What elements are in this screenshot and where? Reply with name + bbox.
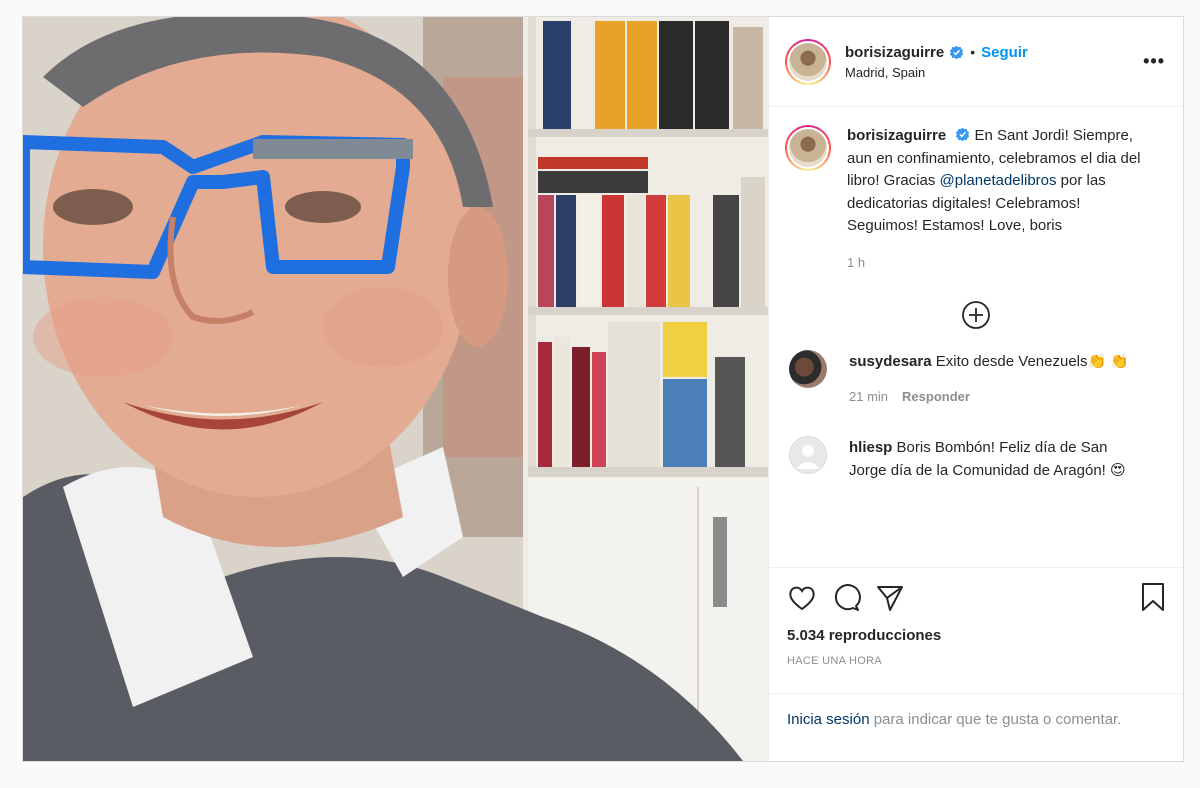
- instagram-post: borisizaguirre • Seguir Madrid, Spain ••…: [22, 16, 1184, 762]
- post-location[interactable]: Madrid, Spain: [845, 65, 1028, 80]
- author-username[interactable]: borisizaguirre: [845, 44, 944, 61]
- commenter-avatar[interactable]: [789, 436, 827, 474]
- post-sidebar: borisizaguirre • Seguir Madrid, Spain ••…: [768, 17, 1183, 761]
- heart-icon[interactable]: [787, 583, 817, 613]
- comment-username[interactable]: hliesp: [849, 439, 892, 456]
- post-timestamp: HACE UNA HORA: [787, 655, 882, 667]
- commenter-avatar[interactable]: [789, 350, 827, 388]
- more-options-icon[interactable]: •••: [1143, 51, 1165, 72]
- caption-username[interactable]: borisizaguirre: [847, 127, 946, 144]
- login-link[interactable]: Inicia sesión: [787, 711, 870, 728]
- view-count[interactable]: 5.034 reproducciones: [769, 627, 1183, 655]
- paper-plane-icon[interactable]: [875, 583, 905, 613]
- comment-time: 21 min: [849, 389, 889, 404]
- caption: borisizaguirre En Sant Jordi! Siempre, a…: [785, 125, 1167, 274]
- caption-mention[interactable]: @planetadelibros: [940, 172, 1057, 189]
- load-more-comments[interactable]: [785, 300, 1167, 330]
- action-bar: [769, 567, 1183, 627]
- video-frame-illustration: [23, 17, 768, 761]
- post-header: borisizaguirre • Seguir Madrid, Spain ••…: [769, 17, 1183, 107]
- comment-text: Exito desde Venezuels👏 👏: [935, 353, 1130, 370]
- plus-circle-icon[interactable]: [961, 300, 991, 330]
- post-video[interactable]: [23, 17, 768, 761]
- bookmark-icon[interactable]: [1139, 582, 1167, 612]
- comment-username[interactable]: susydesara: [849, 353, 932, 370]
- comment: susydesara Exito desde Venezuels👏 👏 21 m…: [785, 350, 1167, 432]
- comment: hliesp Boris Bombón! Feliz día de San Jo…: [785, 436, 1167, 482]
- comments-section: borisizaguirre En Sant Jordi! Siempre, a…: [769, 107, 1183, 567]
- follow-button[interactable]: Seguir: [981, 44, 1028, 61]
- verified-badge-icon: [955, 127, 970, 142]
- caption-avatar[interactable]: [785, 125, 831, 171]
- caption-time: 1 h: [847, 254, 866, 270]
- comment-bubble-icon[interactable]: [831, 583, 861, 613]
- author-avatar[interactable]: [785, 38, 831, 85]
- reply-button[interactable]: Responder: [902, 385, 970, 408]
- separator-dot: •: [970, 44, 976, 60]
- verified-badge-icon: [949, 45, 964, 60]
- login-prompt: Inicia sesión para indicar que te gusta …: [769, 693, 1183, 761]
- login-prompt-text: para indicar que te gusta o comentar.: [869, 711, 1122, 728]
- default-user-icon: [796, 445, 820, 469]
